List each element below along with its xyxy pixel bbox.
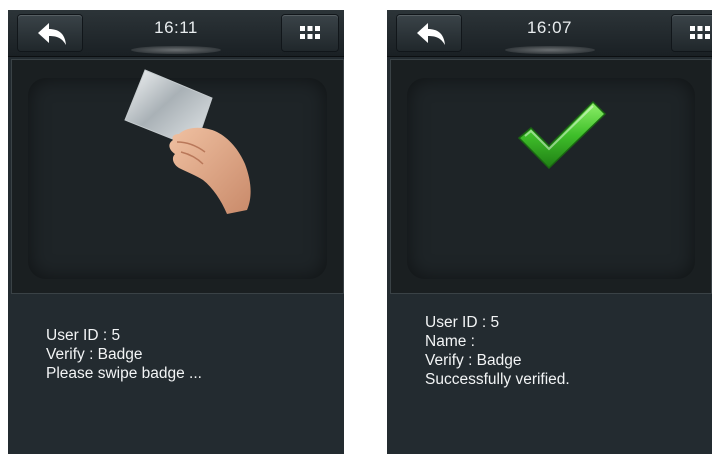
verification-info: User ID : 5 Verify : Badge Please swipe … (46, 326, 202, 383)
verify-mode-line: Verify : Badge (425, 352, 522, 369)
image-panel (11, 59, 344, 294)
top-bar: 16:11 (8, 10, 344, 57)
user-id-line: User ID : 5 (425, 314, 500, 331)
green-checkmark-icon (517, 100, 607, 170)
clock-glow (504, 46, 595, 54)
status-message: Please swipe badge ... (46, 365, 202, 382)
grid-menu-icon (300, 26, 320, 39)
verified-screen: 16:07 User ID: 5 Name: Verify: Badge … (387, 10, 712, 454)
hand-holding-badge-icon (124, 69, 251, 214)
grid-menu-icon (690, 26, 710, 39)
image-panel (390, 59, 712, 294)
menu-button[interactable] (282, 15, 338, 51)
clock-glow (131, 46, 221, 54)
menu-button[interactable] (672, 15, 712, 51)
user-id-line: User ID : 5 (46, 327, 121, 344)
clock-time: 16:07 (526, 18, 573, 37)
badge-prompt-screen: 16:11 User ID: 5 Verify: Badge Please … (8, 10, 344, 454)
verification-info: User ID : 5 Name : Verify : Badge Succes… (425, 313, 570, 389)
name-line: Name : (425, 333, 475, 350)
verify-mode-line: Verify : Badge (46, 346, 143, 363)
top-bar: 16:07 (387, 10, 712, 57)
status-message: Successfully verified. (425, 371, 570, 388)
